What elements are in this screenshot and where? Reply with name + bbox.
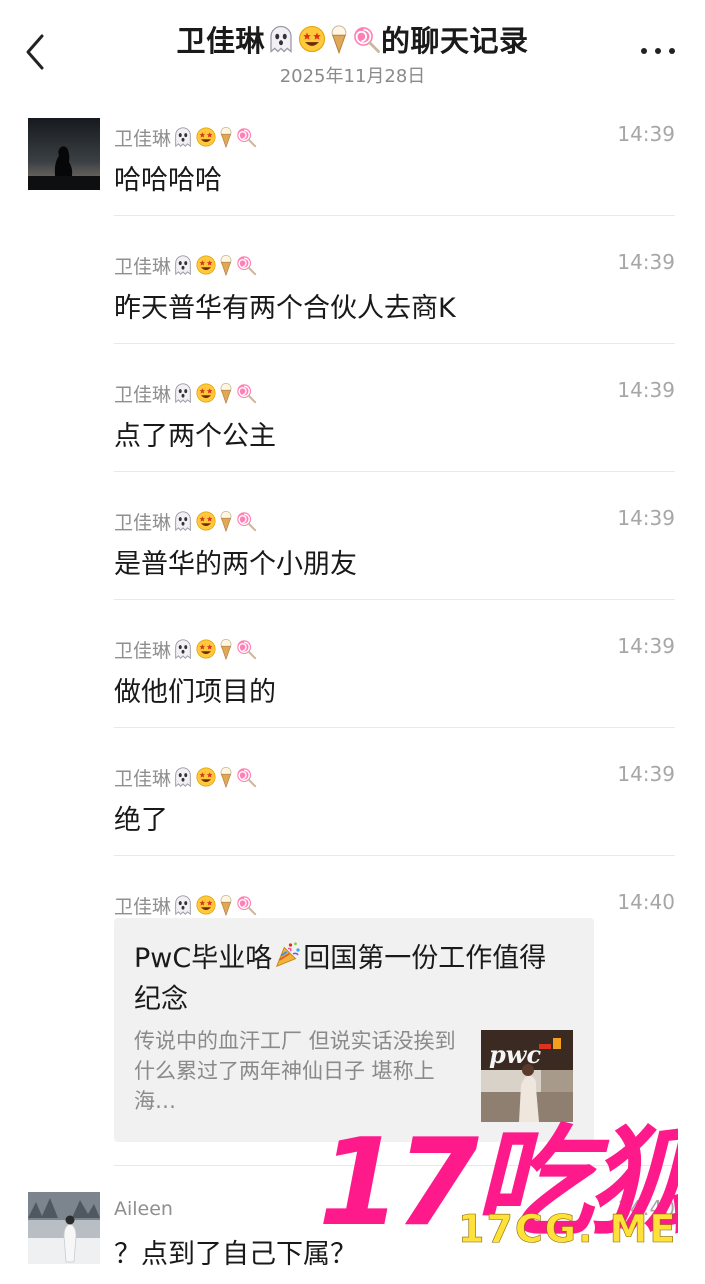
sender-name-text: 卫佳琳 <box>114 768 172 790</box>
sender-name: 卫佳琳 <box>114 508 257 535</box>
chat-message: 卫佳琳 14:39 绝了 <box>0 758 705 856</box>
chat-message: 卫佳琳 14:39 点了两个公主 <box>0 374 705 472</box>
chat-message: 卫佳琳 14:39 是普华的两个小朋友 <box>0 502 705 600</box>
message-time: 14:39 <box>617 122 675 146</box>
card-description: 传说中的血汗工厂 但说实话没挨到什么累过了两年神仙日子 堪称上海… <box>134 1029 456 1113</box>
lollipop-icon <box>237 512 257 532</box>
message-divider <box>114 215 675 216</box>
card-title-part1: PwC毕业咯 <box>134 943 273 974</box>
ghost-icon <box>175 255 191 276</box>
chat-message: 卫佳琳 14:39 昨天普华有两个合伙人去商K <box>0 246 705 344</box>
sender-name: 卫佳琳 <box>114 892 257 919</box>
message-divider <box>114 727 675 728</box>
ice-cream-icon <box>220 511 232 532</box>
lollipop-icon <box>237 128 257 148</box>
card-title: PwC毕业咯 回国第一份工作值得纪念 <box>134 938 554 1020</box>
lollipop-icon <box>354 27 380 53</box>
chat-message: 卫佳琳 14:39 哈哈哈哈 <box>0 118 705 216</box>
message-text[interactable]: 昨天普华有两个合伙人去商K <box>114 286 456 325</box>
sender-name-text: 卫佳琳 <box>114 256 172 278</box>
message-time: 14:39 <box>617 250 675 274</box>
ice-cream-icon <box>220 767 232 788</box>
message-time: 14:39 <box>617 762 675 786</box>
message-text[interactable]: 点了两个公主 <box>114 414 276 453</box>
ghost-icon <box>175 383 191 404</box>
ghost-icon <box>270 25 292 53</box>
ice-cream-icon <box>220 895 232 916</box>
lollipop-icon <box>237 896 257 916</box>
message-text[interactable]: 哈哈哈哈 <box>114 158 222 197</box>
ice-cream-icon <box>331 25 347 54</box>
more-options-button[interactable] <box>641 40 675 60</box>
message-divider <box>114 471 675 472</box>
message-text[interactable]: 绝了 <box>114 798 168 837</box>
message-time: 14:40 <box>617 1196 675 1220</box>
star-struck-icon <box>196 255 216 275</box>
chat-message-link-card: 卫佳琳 14:40 PwC毕业咯 回国第一份工作值得纪念 传说中的血汗工厂 但说实… <box>0 886 705 1166</box>
chat-message: 卫佳琳 14:39 做他们项目的 <box>0 630 705 728</box>
lollipop-icon <box>237 640 257 660</box>
star-struck-icon <box>196 511 216 531</box>
ice-cream-icon <box>220 127 232 148</box>
page-title-suffix: 的聊天记录 <box>381 24 529 58</box>
page-title-name: 卫佳琳 <box>176 24 265 58</box>
message-time: 14:39 <box>617 378 675 402</box>
lollipop-icon <box>237 384 257 404</box>
sender-name-text: 卫佳琳 <box>114 128 172 150</box>
ghost-icon <box>175 639 191 660</box>
more-dot-icon <box>655 48 661 54</box>
ice-cream-icon <box>220 255 232 276</box>
more-dot-icon <box>669 48 675 54</box>
chat-message: Aileen 14:40 ？点到了自己下属？ <box>0 1192 705 1280</box>
ice-cream-icon <box>220 383 232 404</box>
ghost-icon <box>175 767 191 788</box>
ghost-icon <box>175 895 191 916</box>
message-time: 14:39 <box>617 506 675 530</box>
sender-name-text: 卫佳琳 <box>114 640 172 662</box>
message-divider <box>114 599 675 600</box>
chat-history-header: 卫佳琳 的聊天记录 2025年11月28日 <box>0 0 705 100</box>
sender-name-text: 卫佳琳 <box>114 512 172 534</box>
message-text[interactable]: ？点到了自己下属？ <box>114 1232 357 1271</box>
card-thumbnail: pwc <box>481 1030 573 1122</box>
message-text[interactable]: 是普华的两个小朋友 <box>114 542 357 581</box>
ice-cream-icon <box>220 639 232 660</box>
sender-name: 卫佳琳 <box>114 252 257 279</box>
shared-post-card[interactable]: PwC毕业咯 回国第一份工作值得纪念 传说中的血汗工厂 但说实话没挨到什么累过了两… <box>114 918 594 1142</box>
message-divider <box>114 343 675 344</box>
sender-name-text: 卫佳琳 <box>114 896 172 918</box>
party-popper-icon <box>276 942 300 968</box>
sender-name: 卫佳琳 <box>114 380 257 407</box>
star-struck-icon <box>299 26 325 52</box>
sender-name: Aileen <box>114 1198 173 1220</box>
sender-name: 卫佳琳 <box>114 124 257 151</box>
lollipop-icon <box>237 256 257 276</box>
message-divider <box>114 1165 675 1166</box>
lollipop-icon <box>237 768 257 788</box>
ghost-icon <box>175 127 191 148</box>
message-time: 14:40 <box>617 890 675 914</box>
sender-name: 卫佳琳 <box>114 764 257 791</box>
message-text[interactable]: 做他们项目的 <box>114 670 276 709</box>
message-divider <box>114 855 675 856</box>
chat-date: 2025年11月28日 <box>279 66 426 87</box>
sender-name-text: 卫佳琳 <box>114 384 172 406</box>
star-struck-icon <box>196 895 216 915</box>
thumb-logo-text: pwc <box>489 1040 541 1069</box>
ghost-icon <box>175 511 191 532</box>
page-title: 卫佳琳 的聊天记录 <box>0 18 705 60</box>
star-struck-icon <box>196 383 216 403</box>
message-time: 14:39 <box>617 634 675 658</box>
more-dot-icon <box>641 48 647 54</box>
star-struck-icon <box>196 127 216 147</box>
sender-name: 卫佳琳 <box>114 636 257 663</box>
star-struck-icon <box>196 639 216 659</box>
star-struck-icon <box>196 767 216 787</box>
pwc-office-photo-image: pwc <box>481 1030 573 1122</box>
